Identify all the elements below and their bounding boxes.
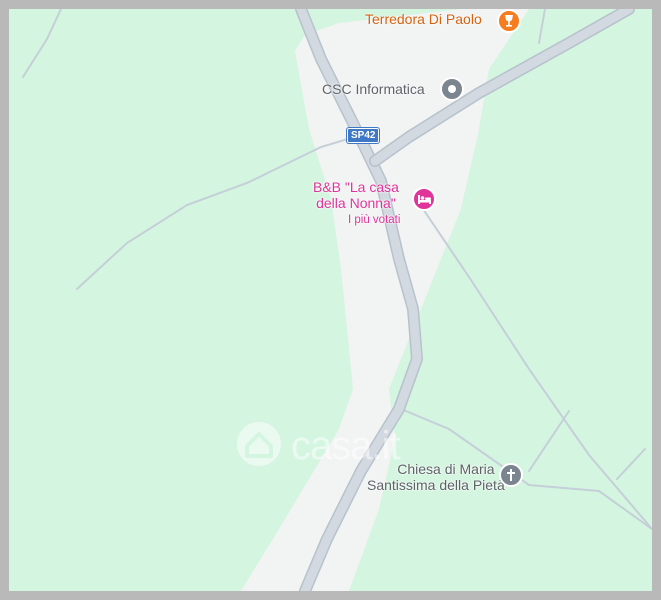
minor-road — [616, 448, 646, 480]
poi-label-chiesa[interactable]: Chiesa di Maria Santissima della Pietà — [367, 461, 505, 493]
minor-road — [538, 9, 546, 44]
poi-label-bnb[interactable]: B&B "La casa della Nonna" — [313, 179, 399, 211]
minor-road — [528, 410, 570, 472]
poi-bnb-rating-badge: I più votati — [348, 214, 401, 226]
poi-label-bnb-line1: B&B "La casa — [313, 179, 399, 195]
poi-label-bnb-line2: della Nonna" — [316, 195, 396, 212]
poi-label-chiesa-line1: Chiesa di Maria — [397, 461, 495, 477]
map-frame: casa.it SP42 Terredora Di Paolo CSC Info… — [0, 0, 661, 600]
church-cross-icon[interactable] — [499, 463, 523, 487]
minor-road — [22, 9, 62, 78]
route-shield-sp42: SP42 — [347, 128, 380, 143]
generic-place-icon[interactable] — [440, 77, 464, 101]
wine-glass-icon[interactable] — [497, 9, 521, 33]
house-logo-icon — [237, 422, 281, 466]
poi-label-terredora[interactable]: Terredora Di Paolo — [365, 11, 482, 27]
poi-label-chiesa-line2: Santissima della Pietà — [367, 477, 505, 494]
poi-label-csc-informatica[interactable]: CSC Informatica — [322, 81, 425, 97]
bed-icon[interactable] — [412, 187, 436, 211]
watermark-text: casa.it — [291, 424, 401, 468]
map-canvas[interactable]: casa.it SP42 Terredora Di Paolo CSC Info… — [9, 9, 652, 591]
